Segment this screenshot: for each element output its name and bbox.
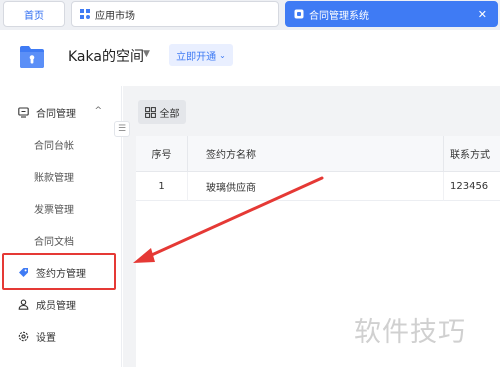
annotation-arrow — [133, 176, 324, 263]
